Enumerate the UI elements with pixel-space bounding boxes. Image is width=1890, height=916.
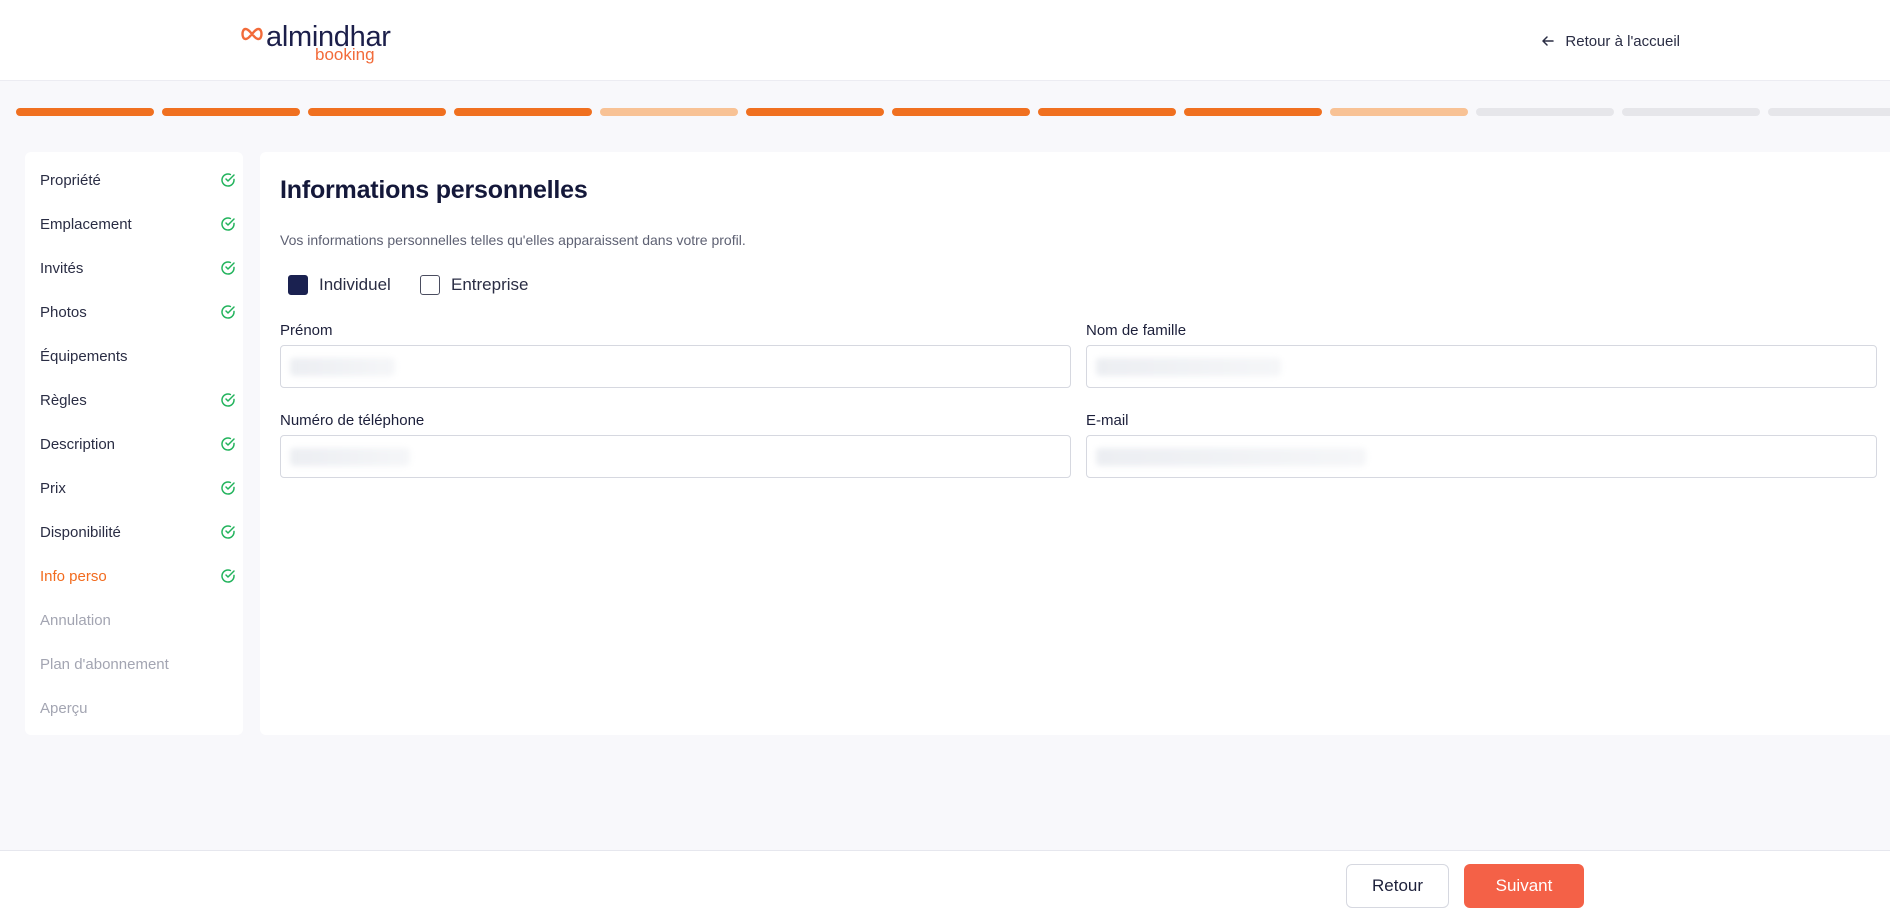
step-progress-bar	[16, 108, 1890, 117]
individual-checkbox-box[interactable]	[288, 275, 308, 295]
personal-info-card: Informations personnelles Vos informatio…	[260, 152, 1890, 735]
progress-segment-10	[1330, 108, 1468, 116]
company-label: Entreprise	[451, 275, 529, 294]
progress-segment-13	[1768, 108, 1890, 116]
sidebar-item-label: Info perso	[40, 567, 107, 585]
steps-sidebar: Propriété Emplacement Invités Photos Équipem…	[25, 152, 243, 735]
sidebar-item-description[interactable]: Description	[40, 431, 236, 457]
logo-subtitle: booking	[315, 45, 375, 64]
progress-segment-5	[600, 108, 738, 116]
sidebar-item-plan-d-abonnement[interactable]: Plan d'abonnement	[40, 651, 236, 677]
check-circle-icon	[220, 480, 236, 496]
last-name-label: Nom de famille	[1086, 322, 1187, 339]
sidebar-item-label: Photos	[40, 303, 87, 321]
phone-input[interactable]	[280, 435, 1071, 478]
redacted-value	[290, 447, 410, 466]
progress-segment-11	[1476, 108, 1614, 116]
sidebar-item-photos[interactable]: Photos	[40, 299, 236, 325]
page-description: Vos informations personnelles telles qu'…	[280, 232, 746, 248]
last-name-input[interactable]	[1086, 345, 1877, 388]
sidebar-item-info-perso[interactable]: Info perso	[40, 563, 236, 589]
progress-segment-1	[16, 108, 154, 116]
sidebar-item-label: Propriété	[40, 171, 101, 189]
redacted-value	[290, 357, 395, 376]
company-checkbox-box[interactable]	[420, 275, 440, 295]
sidebar-item-label: Emplacement	[40, 215, 132, 233]
company-checkbox[interactable]: Entreprise	[420, 273, 528, 297]
email-input[interactable]	[1086, 435, 1877, 478]
sidebar-item-label: Prix	[40, 479, 66, 497]
infinity-logo-icon	[241, 27, 263, 41]
check-circle-icon	[220, 524, 236, 540]
brand-logo[interactable]: almindhar booking	[239, 20, 391, 64]
arrow-left-icon	[1542, 36, 1555, 46]
check-circle-icon	[220, 568, 236, 584]
footer-bar: Retour Suivant	[0, 850, 1890, 916]
individual-label: Individuel	[319, 275, 391, 294]
next-button[interactable]: Suivant	[1464, 864, 1584, 908]
sidebar-item-propriete[interactable]: Propriété	[40, 167, 236, 193]
progress-segment-3	[308, 108, 446, 116]
sidebar-item-annulation[interactable]: Annulation	[40, 607, 236, 633]
first-name-label: Prénom	[280, 322, 333, 339]
sidebar-item-apercu[interactable]: Aperçu	[40, 695, 236, 721]
check-circle-icon	[220, 304, 236, 320]
redacted-value	[1096, 357, 1281, 376]
sidebar-item-label: Équipements	[40, 347, 128, 365]
check-circle-icon	[220, 436, 236, 452]
sidebar-item-label: Annulation	[40, 611, 111, 629]
sidebar-item-label: Description	[40, 435, 116, 453]
sidebar-item-label: Invités	[40, 259, 84, 277]
sidebar-item-label: Disponibilité	[40, 523, 121, 541]
sidebar-item-equipements[interactable]: Équipements	[40, 343, 236, 369]
top-header: almindhar booking Retour à l'accueil	[0, 0, 1890, 81]
check-circle-icon	[220, 216, 236, 232]
phone-label: Numéro de téléphone	[280, 412, 425, 429]
sidebar-item-invites[interactable]: Invités	[40, 255, 236, 281]
sidebar-item-regles[interactable]: Règles	[40, 387, 236, 413]
sidebar-item-label: Plan d'abonnement	[40, 655, 169, 673]
first-name-input[interactable]	[280, 345, 1071, 388]
check-circle-icon	[220, 172, 236, 188]
progress-segment-8	[1038, 108, 1176, 116]
check-circle-icon	[220, 260, 236, 276]
check-circle-icon	[220, 392, 236, 408]
individual-checkbox[interactable]: Individuel	[288, 273, 391, 297]
sidebar-item-label: Règles	[40, 391, 87, 409]
back-to-home-link[interactable]: Retour à l'accueil	[1541, 30, 1680, 52]
progress-segment-9	[1184, 108, 1322, 116]
back-to-home-label: Retour à l'accueil	[1565, 32, 1680, 50]
progress-segment-6	[746, 108, 884, 116]
email-label: E-mail	[1086, 412, 1129, 429]
redacted-value	[1096, 447, 1366, 466]
progress-segment-4	[454, 108, 592, 116]
back-button[interactable]: Retour	[1346, 864, 1449, 908]
sidebar-item-disponibilite[interactable]: Disponibilité	[40, 519, 236, 545]
progress-segment-12	[1622, 108, 1760, 116]
sidebar-item-label: Aperçu	[40, 699, 88, 717]
page-title: Informations personnelles	[280, 176, 588, 204]
sidebar-item-prix[interactable]: Prix	[40, 475, 236, 501]
sidebar-item-emplacement[interactable]: Emplacement	[40, 211, 236, 237]
progress-segment-2	[162, 108, 300, 116]
progress-segment-7	[892, 108, 1030, 116]
